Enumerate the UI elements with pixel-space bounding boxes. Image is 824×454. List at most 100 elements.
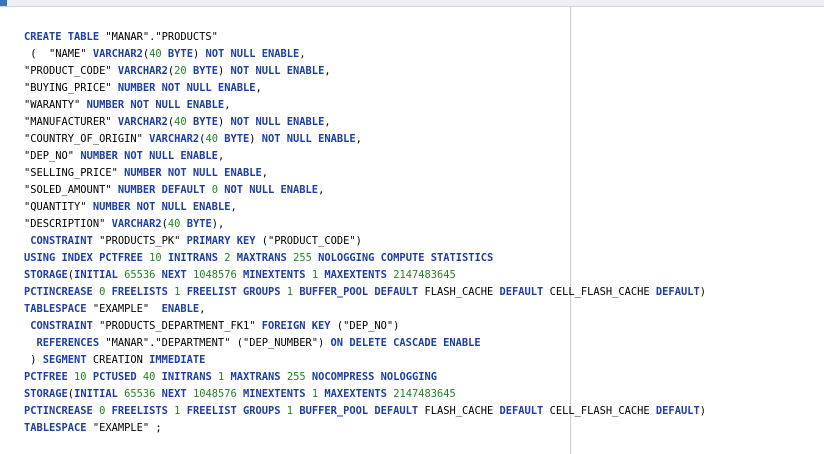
sql-keyword: MAXTRANS	[236, 252, 294, 264]
sql-keyword: VARCHAR2	[92, 48, 143, 60]
code-line: STORAGE(INITIAL 65536 NEXT 1048576 MINEX…	[24, 386, 706, 403]
sql-keyword: CREATE TABLE	[24, 31, 106, 43]
sql-number: 255	[286, 371, 306, 383]
sql-text: "PRODUCTS_PK"	[92, 235, 187, 247]
sql-keyword: STORAGE	[24, 388, 68, 400]
sql-text: ,	[355, 133, 362, 145]
sql-text: ,	[199, 303, 206, 315]
sql-text: "WARANTY"	[24, 99, 87, 111]
sql-keyword: MAXEXTENTS	[324, 388, 394, 400]
sql-text: ,	[318, 184, 325, 196]
sql-number: 2147483645	[393, 269, 456, 281]
sql-text: "MANAR"."PRODUCTS"	[105, 31, 218, 43]
sql-keyword: INITRANS	[167, 252, 225, 264]
sql-keyword: ENABLE	[161, 303, 200, 315]
sql-keyword: DEFAULT	[655, 286, 700, 298]
sql-text: CELL_FLASH_CACHE	[543, 405, 656, 417]
sql-keyword: FREELIST GROUPS	[186, 286, 287, 298]
sql-text: "SELLING_PRICE"	[24, 167, 125, 179]
sql-keyword: MINEXTENTS	[243, 388, 312, 400]
sql-text: )	[217, 116, 231, 128]
sql-keyword: INITIAL	[74, 388, 125, 400]
code-line: ( "NAME" VARCHAR2(40 BYTE) NOT NULL ENAB…	[24, 46, 706, 63]
sql-text: ,	[324, 65, 331, 77]
tab-marker	[0, 0, 7, 6]
sql-text: "DEP_NO"	[24, 150, 81, 162]
sql-text: FLASH_CACHE	[418, 286, 500, 298]
sql-text: ),	[211, 218, 225, 230]
sql-editor[interactable]: CREATE TABLE "MANAR"."PRODUCTS" ( "NAME"…	[0, 0, 824, 454]
sql-text: )	[24, 354, 43, 366]
sql-keyword: BYTE	[167, 48, 193, 60]
sql-keyword: IMMEDIATE	[149, 354, 206, 366]
sql-keyword: NUMBER DEFAULT	[117, 184, 212, 196]
sql-keyword: BUFFER_POOL DEFAULT	[299, 286, 419, 298]
code-line: TABLESPACE "EXAMPLE" ;	[24, 420, 706, 437]
sql-keyword: INITIAL	[74, 269, 125, 281]
sql-keyword: FREELISTS	[111, 286, 175, 298]
sql-text: ( "NAME"	[24, 48, 93, 60]
sql-keyword: FREELIST GROUPS	[186, 405, 287, 417]
sql-number: 40	[205, 133, 218, 145]
code-line: CREATE TABLE "MANAR"."PRODUCTS"	[24, 29, 706, 46]
sql-text: FLASH_CACHE	[418, 405, 500, 417]
sql-text: "MANUFACTURER"	[24, 116, 118, 128]
sql-text: "EXAMPLE"	[86, 303, 162, 315]
sql-keyword: VARCHAR2	[117, 65, 168, 77]
sql-keyword: ON DELETE CASCADE ENABLE	[330, 337, 481, 349]
code-line: PCTINCREASE 0 FREELISTS 1 FREELIST GROUP…	[24, 403, 706, 420]
code-text-area[interactable]: CREATE TABLE "MANAR"."PRODUCTS" ( "NAME"…	[24, 29, 706, 437]
code-line: USING INDEX PCTFREE 10 INITRANS 2 MAXTRA…	[24, 250, 706, 267]
sql-keyword: NUMBER NOT NULL ENABLE	[117, 82, 256, 94]
sql-text: "PRODUCTS_DEPARTMENT_FK1"	[92, 320, 262, 332]
sql-text: ,	[230, 201, 237, 213]
sql-keyword: PCTFREE	[24, 371, 75, 383]
sql-text: )	[192, 48, 206, 60]
sql-keyword: DEFAULT	[499, 286, 544, 298]
sql-text: ,	[255, 82, 262, 94]
sql-text: )	[699, 405, 706, 417]
sql-keyword: PRIMARY KEY	[186, 235, 256, 247]
code-line: "DESCRIPTION" VARCHAR2(40 BYTE),	[24, 216, 706, 233]
code-line: CONSTRAINT "PRODUCTS_PK" PRIMARY KEY ("P…	[24, 233, 706, 250]
sql-number: 40	[167, 218, 181, 230]
code-line: "DEP_NO" NUMBER NOT NULL ENABLE,	[24, 148, 706, 165]
sql-text: )	[249, 133, 262, 145]
sql-keyword: TABLESPACE	[24, 422, 87, 434]
sql-number: 40	[142, 371, 156, 383]
sql-keyword: FOREIGN KEY	[261, 320, 331, 332]
code-line: PCTINCREASE 0 FREELISTS 1 FREELIST GROUP…	[24, 284, 706, 301]
sql-keyword: PCTINCREASE	[24, 405, 100, 417]
sql-keyword: DEFAULT	[499, 405, 544, 417]
sql-text: "BUYING_PRICE"	[24, 82, 118, 94]
sql-text: ,	[217, 150, 225, 162]
sql-text: ,	[324, 116, 331, 128]
sql-keyword: NUMBER NOT NULL ENABLE	[92, 201, 231, 213]
code-line: CONSTRAINT "PRODUCTS_DEPARTMENT_FK1" FOR…	[24, 318, 706, 335]
sql-number: 1048576	[192, 269, 237, 281]
code-line: "BUYING_PRICE" NUMBER NOT NULL ENABLE,	[24, 80, 706, 97]
sql-text: "DESCRIPTION"	[24, 218, 112, 230]
sql-keyword: NOLOGGING COMPUTE STATISTICS	[318, 252, 494, 264]
code-line: "COUNTRY_OF_ORIGIN" VARCHAR2(40 BYTE) NO…	[24, 131, 706, 148]
code-line: REFERENCES "MANAR"."DEPARTMENT" ("DEP_NU…	[24, 335, 706, 352]
sql-keyword: BYTE	[192, 65, 218, 77]
sql-number: 10	[74, 371, 87, 383]
code-line: PCTFREE 10 PCTUSED 40 INITRANS 1 MAXTRAN…	[24, 369, 706, 386]
sql-keyword: DEFAULT	[655, 405, 700, 417]
sql-text: ,	[224, 99, 231, 111]
sql-keyword: BYTE	[186, 218, 212, 230]
sql-keyword: BUFFER_POOL DEFAULT	[299, 405, 419, 417]
sql-keyword: PCTINCREASE	[24, 286, 100, 298]
sql-text: ("PRODUCT_CODE")	[255, 235, 362, 247]
sql-keyword: BYTE	[192, 116, 218, 128]
sql-keyword: FREELISTS	[111, 405, 175, 417]
sql-text: CREATION	[86, 354, 150, 366]
sql-text: "COUNTRY_OF_ORIGIN"	[24, 133, 150, 145]
sql-keyword: MAXEXTENTS	[324, 269, 394, 281]
sql-number: 10	[149, 252, 162, 264]
sql-text: )	[699, 286, 706, 298]
sql-keyword: NEXT	[161, 269, 193, 281]
code-line: "SOLED_AMOUNT" NUMBER DEFAULT 0 NOT NULL…	[24, 182, 706, 199]
